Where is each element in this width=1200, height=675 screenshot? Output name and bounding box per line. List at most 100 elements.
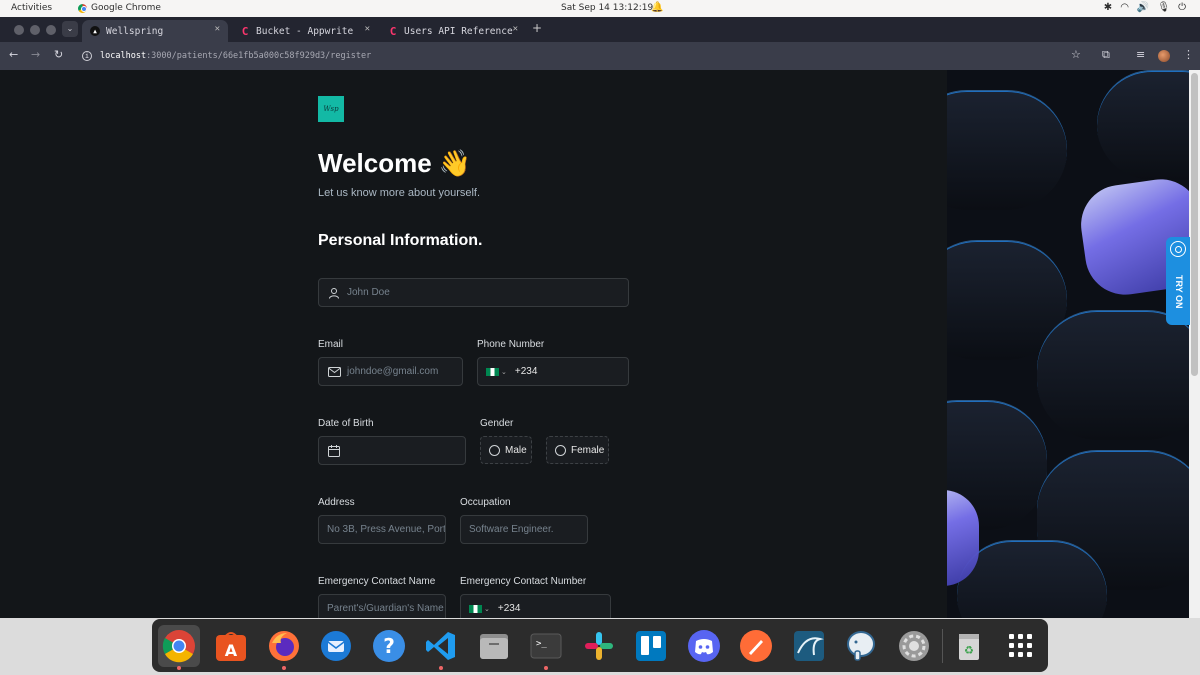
svg-text:♻: ♻ xyxy=(964,644,974,657)
running-indicator xyxy=(544,666,548,670)
decorative-shape xyxy=(947,90,1067,210)
postman-dock-icon[interactable] xyxy=(735,625,777,667)
microphone-icon: 🎙 xyxy=(1157,2,1171,13)
discord-dock-icon[interactable] xyxy=(683,625,725,667)
phone-input[interactable]: ⌄ +234 xyxy=(477,357,629,386)
window-maximize-button[interactable] xyxy=(46,25,56,35)
back-icon[interactable]: ← xyxy=(9,48,18,61)
name-placeholder: John Doe xyxy=(347,287,390,298)
tab-users-api-reference[interactable]: C Users API Reference ✕ xyxy=(380,20,526,42)
system-top-bar: Activities Google Chrome Sat Sep 14 13:1… xyxy=(0,0,1200,17)
dock-separator xyxy=(942,629,943,663)
emergency-name-placeholder: Parent's/Guardian's Name xyxy=(327,603,444,614)
tab-search-button[interactable]: ⌄ xyxy=(62,21,78,37)
terminal-dock-icon[interactable]: >_ xyxy=(525,625,567,670)
emergency-name-input[interactable]: Parent's/Guardian's Name xyxy=(318,594,446,618)
app-center-dock-icon[interactable]: A xyxy=(210,625,252,667)
chevron-down-icon[interactable]: ⌄ xyxy=(501,368,507,376)
date-of-birth-input[interactable] xyxy=(318,436,466,465)
chrome-dock-icon[interactable] xyxy=(158,625,200,670)
svg-text:?: ? xyxy=(383,634,395,658)
forward-icon[interactable]: → xyxy=(31,48,40,61)
system-tray[interactable]: ✱ ◠ 🔊 🎙 ⏻ xyxy=(1104,2,1186,13)
url-path: :3000/patients/66e1fb5a000c58f929d3/regi… xyxy=(146,51,372,61)
reload-icon[interactable]: ↻ xyxy=(54,48,63,61)
browser-toolbar: ← → ↻ i localhost:3000/patients/66e1fb5a… xyxy=(0,42,1200,70)
address-label: Address xyxy=(318,497,355,508)
pgadmin-dock-icon[interactable] xyxy=(840,625,882,667)
tab-wellspring[interactable]: ▲ Wellspring ✕ xyxy=(82,20,228,42)
mysql-workbench-dock-icon[interactable] xyxy=(788,625,830,667)
site-info-icon[interactable]: i xyxy=(82,51,92,61)
occupation-input[interactable]: Software Engineer. xyxy=(460,515,588,544)
close-tab-icon[interactable]: ✕ xyxy=(365,24,370,34)
scrollbar-thumb[interactable] xyxy=(1191,73,1198,376)
dock: A ? >_ ♻ xyxy=(152,619,1048,672)
running-indicator xyxy=(177,666,181,670)
window-close-button[interactable] xyxy=(14,25,24,35)
appwrite-icon: C xyxy=(389,24,397,38)
profile-avatar[interactable] xyxy=(1158,50,1170,62)
nigeria-flag-icon[interactable] xyxy=(469,604,482,613)
address-input[interactable]: No 3B, Press Avenue, Port H xyxy=(318,515,446,544)
email-placeholder: johndoe@gmail.com xyxy=(347,366,439,377)
emergency-name-label: Emergency Contact Name xyxy=(318,576,436,587)
decorative-shape xyxy=(1037,310,1189,440)
volume-icon: 🔊 xyxy=(1136,2,1150,13)
vscode-dock-icon[interactable] xyxy=(420,625,462,670)
trello-dock-icon[interactable] xyxy=(630,625,672,667)
gender-label: Gender xyxy=(480,418,514,429)
clock[interactable]: Sat Sep 14 13:12:19 xyxy=(561,3,653,13)
help-dock-icon[interactable]: ? xyxy=(368,625,410,667)
close-tab-icon[interactable]: ✕ xyxy=(215,24,220,34)
thunderbird-dock-icon[interactable] xyxy=(315,625,357,667)
name-input[interactable]: John Doe xyxy=(318,278,629,307)
appwrite-icon: C xyxy=(241,24,249,38)
emergency-number-label: Emergency Contact Number xyxy=(460,576,587,587)
window-minimize-button[interactable] xyxy=(30,25,40,35)
running-indicator xyxy=(282,666,286,670)
page-scrollbar[interactable] xyxy=(1189,70,1200,618)
close-tab-icon[interactable]: ✕ xyxy=(513,24,518,34)
firefox-dock-icon[interactable] xyxy=(263,625,305,670)
app-menu[interactable]: Google Chrome xyxy=(78,3,161,13)
gender-male-label: Male xyxy=(505,444,527,456)
settings-dock-icon[interactable] xyxy=(893,625,935,667)
chevron-down-icon[interactable]: ⌄ xyxy=(484,605,490,613)
reading-list-icon[interactable]: ≡ xyxy=(1136,48,1145,61)
files-dock-icon[interactable] xyxy=(473,625,515,667)
gender-female-label: Female xyxy=(571,444,605,456)
slack-dock-icon[interactable] xyxy=(578,625,620,667)
radio-circle xyxy=(555,444,566,456)
show-apps-grid-icon[interactable] xyxy=(1000,625,1042,667)
wifi-icon: ◠ xyxy=(1120,2,1129,13)
tab-label: Bucket - Appwrite xyxy=(256,25,354,37)
email-input[interactable]: johndoe@gmail.com xyxy=(318,357,463,386)
slack-tray-icon[interactable]: ✱ xyxy=(1104,2,1112,13)
nigeria-flag-icon[interactable] xyxy=(486,367,499,376)
occupation-label: Occupation xyxy=(460,497,511,508)
extensions-icon[interactable]: ⧉ xyxy=(1102,48,1110,62)
tab-label: Users API Reference xyxy=(404,25,513,37)
phone-value: +234 xyxy=(514,366,538,377)
target-icon xyxy=(1170,241,1186,257)
decorative-shape xyxy=(1097,70,1189,180)
tab-bucket-appwrite[interactable]: C Bucket - Appwrite ✕ xyxy=(232,20,378,42)
new-tab-button[interactable]: + xyxy=(532,21,542,35)
bookmark-star-icon[interactable]: ☆ xyxy=(1071,48,1081,61)
running-indicator xyxy=(439,666,443,670)
notification-bell-icon[interactable]: 🔔 xyxy=(651,2,663,13)
power-icon: ⏻ xyxy=(1178,2,1186,13)
section-title: Personal Information. xyxy=(318,232,483,249)
address-bar[interactable]: i localhost:3000/patients/66e1fb5a000c58… xyxy=(74,45,1089,67)
gender-male-radio[interactable]: Male xyxy=(480,436,532,464)
menu-kebab-icon[interactable]: ⋮ xyxy=(1183,48,1194,61)
try-on-label: TRY ON xyxy=(1174,275,1184,309)
try-on-widget[interactable]: TRY ON xyxy=(1166,237,1190,325)
trash-dock-icon[interactable]: ♻ xyxy=(948,625,990,667)
occupation-placeholder: Software Engineer. xyxy=(469,524,554,535)
emergency-number-input[interactable]: ⌄ +234 xyxy=(460,594,611,618)
activities-button[interactable]: Activities xyxy=(11,3,52,13)
gender-female-radio[interactable]: Female xyxy=(546,436,609,464)
calendar-icon xyxy=(327,444,341,458)
